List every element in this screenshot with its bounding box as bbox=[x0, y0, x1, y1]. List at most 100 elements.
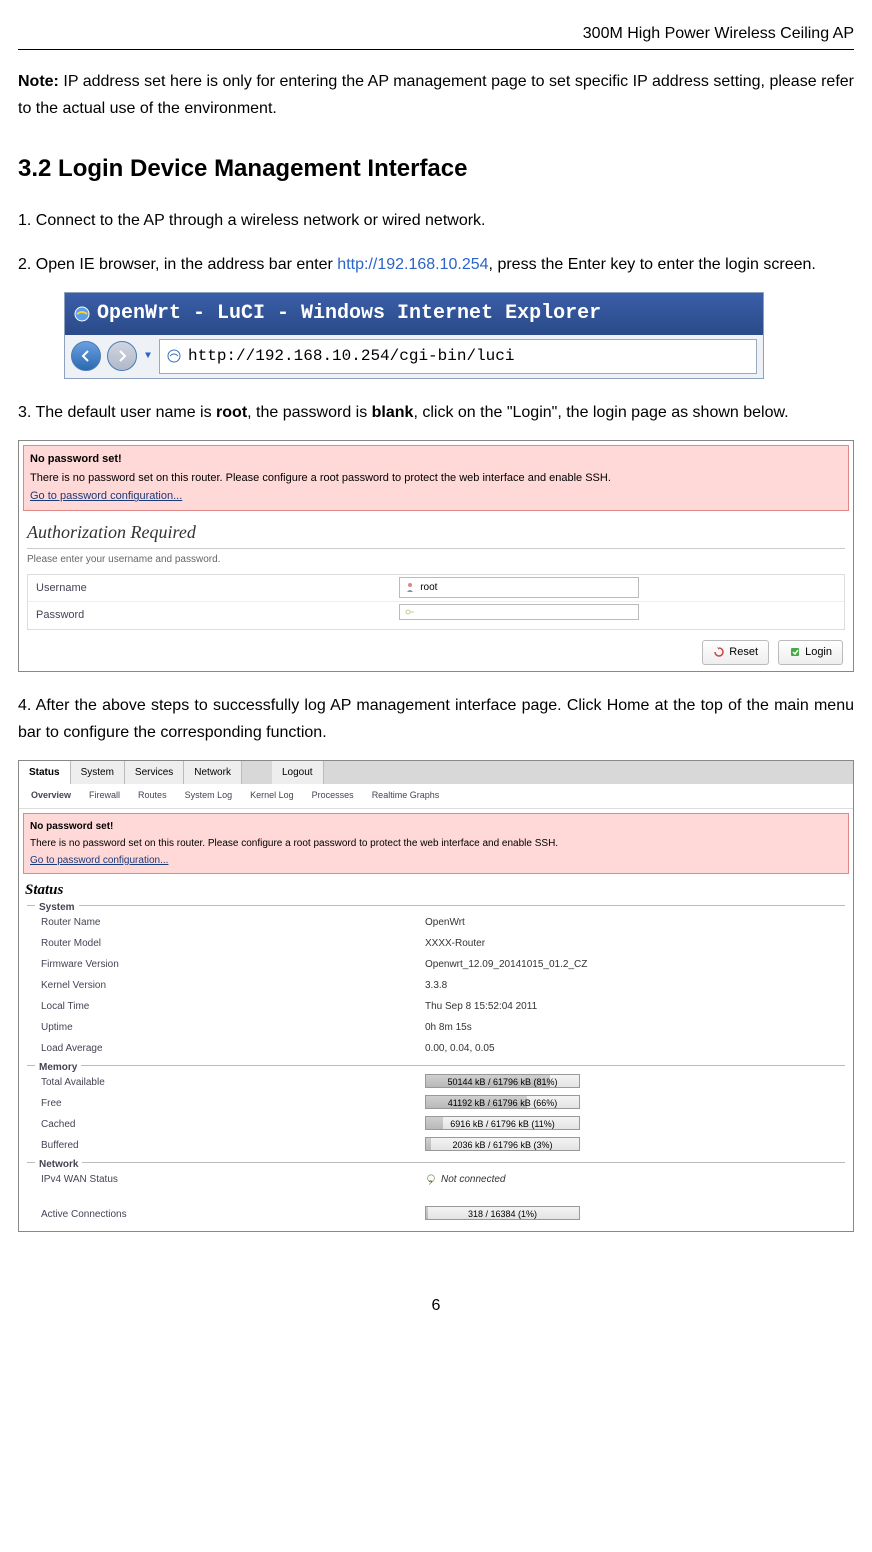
memory-fieldset: Memory Total Available50144 kB / 61796 k… bbox=[27, 1065, 845, 1156]
tab-logout[interactable]: Logout bbox=[272, 761, 324, 784]
memory-value: 41192 kB / 61796 kB (66%) bbox=[425, 1095, 580, 1112]
status-warn-title: No password set! bbox=[30, 818, 842, 835]
system-row: Kernel Version3.3.8 bbox=[27, 975, 845, 996]
ie-logo-icon bbox=[73, 305, 91, 323]
conn-value: 318 / 16384 (1%) bbox=[425, 1206, 580, 1223]
memory-label: Buffered bbox=[41, 1137, 425, 1154]
login-button[interactable]: Login bbox=[778, 640, 843, 665]
auth-subtext: Please enter your username and password. bbox=[27, 551, 845, 568]
ie-browser-figure: OpenWrt - LuCI - Windows Internet Explor… bbox=[64, 292, 764, 379]
network-legend: Network bbox=[35, 1156, 82, 1173]
login-buttons: Reset Login bbox=[19, 634, 853, 671]
status-warn-text: There is no password set on this router.… bbox=[30, 835, 842, 852]
conn-bar: 318 / 16384 (1%) bbox=[425, 1206, 580, 1220]
note-paragraph: Note: IP address set here is only for en… bbox=[18, 68, 854, 122]
login-figure: No password set! There is no password se… bbox=[18, 440, 854, 672]
password-row: Password bbox=[28, 602, 844, 629]
step-3: 3. The default user name is root, the pa… bbox=[18, 399, 854, 426]
status-figure: Status System Services Network Logout Ov… bbox=[18, 760, 854, 1232]
username-label: Username bbox=[28, 575, 395, 602]
memory-row: Total Available50144 kB / 61796 kB (81%) bbox=[27, 1072, 845, 1093]
wan-value: ? Not connected bbox=[425, 1171, 506, 1188]
step-2-url: http://192.168.10.254 bbox=[337, 256, 488, 273]
password-config-link[interactable]: Go to password configuration... bbox=[30, 490, 182, 502]
ie-title-bar: OpenWrt - LuCI - Windows Internet Explor… bbox=[65, 293, 763, 335]
section-heading: 3.2 Login Device Management Interface bbox=[18, 149, 854, 190]
note-text: IP address set here is only for entering… bbox=[18, 73, 854, 117]
system-row: Local TimeThu Sep 8 15:52:04 2011 bbox=[27, 996, 845, 1017]
system-row: Router NameOpenWrt bbox=[27, 912, 845, 933]
step-2-pre: 2. Open IE browser, in the address bar e… bbox=[18, 256, 337, 273]
memory-value: 2036 kB / 61796 kB (3%) bbox=[425, 1137, 580, 1154]
subtab-realtime[interactable]: Realtime Graphs bbox=[364, 786, 448, 805]
memory-bar: 50144 kB / 61796 kB (81%) bbox=[425, 1074, 580, 1088]
subtab-processes[interactable]: Processes bbox=[304, 786, 362, 805]
globe-question-icon: ? bbox=[425, 1174, 437, 1186]
tab-services[interactable]: Services bbox=[125, 761, 184, 784]
<status-warn-link[interactable]: Go to password configuration... bbox=[30, 855, 168, 866]
username-input[interactable]: root bbox=[399, 577, 639, 598]
svg-text:?: ? bbox=[428, 1180, 432, 1187]
login-icon bbox=[789, 646, 801, 658]
memory-row: Buffered2036 kB / 61796 kB (3%) bbox=[27, 1135, 845, 1156]
system-row: Load Average0.00, 0.04, 0.05 bbox=[27, 1038, 845, 1059]
memory-value: 50144 kB / 61796 kB (81%) bbox=[425, 1074, 580, 1091]
username-row: Username root bbox=[28, 575, 844, 603]
subtab-kernellog[interactable]: Kernel Log bbox=[242, 786, 302, 805]
password-input[interactable] bbox=[399, 604, 639, 620]
memory-label: Cached bbox=[41, 1116, 425, 1133]
user-icon bbox=[404, 581, 416, 593]
memory-label: Free bbox=[41, 1095, 425, 1112]
page-number: 6 bbox=[18, 1292, 854, 1319]
step-2-post: , press the Enter key to enter the login… bbox=[489, 256, 816, 273]
status-warning: No password set! There is no password se… bbox=[23, 813, 849, 874]
warning-text: There is no password set on this router.… bbox=[30, 469, 842, 488]
memory-bar: 6916 kB / 61796 kB (11%) bbox=[425, 1116, 580, 1130]
step-1: 1. Connect to the AP through a wireless … bbox=[18, 207, 854, 234]
back-button[interactable] bbox=[71, 341, 101, 371]
memory-row: Cached6916 kB / 61796 kB (11%) bbox=[27, 1114, 845, 1135]
tab-system[interactable]: System bbox=[71, 761, 125, 784]
no-password-warning: No password set! There is no password se… bbox=[23, 445, 849, 511]
status-heading: Status bbox=[25, 878, 847, 904]
auth-required-heading: Authorization Required bbox=[27, 517, 845, 549]
reset-label: Reset bbox=[729, 643, 758, 662]
warning-title: No password set! bbox=[30, 450, 842, 469]
conn-row: Active Connections 318 / 16384 (1%) bbox=[27, 1204, 845, 1225]
page-favicon-icon bbox=[166, 348, 182, 364]
page-header: 300M High Power Wireless Ceiling AP bbox=[18, 20, 854, 50]
doc-title: 300M High Power Wireless Ceiling AP bbox=[583, 25, 854, 42]
ie-nav-row: ▼ http://192.168.10.254/cgi-bin/luci bbox=[65, 335, 763, 378]
conn-label: Active Connections bbox=[41, 1206, 425, 1223]
address-text: http://192.168.10.254/cgi-bin/luci bbox=[188, 343, 514, 370]
system-row: Router ModelXXXX-Router bbox=[27, 933, 845, 954]
step-3-pre: 3. The default user name is bbox=[18, 404, 216, 421]
memory-bar: 2036 kB / 61796 kB (3%) bbox=[425, 1137, 580, 1151]
system-fieldset: System Router NameOpenWrt Router ModelXX… bbox=[27, 905, 845, 1059]
nav-dropdown-icon[interactable]: ▼ bbox=[143, 348, 153, 365]
tab-status[interactable]: Status bbox=[19, 761, 71, 784]
step-3-mid: , the password is bbox=[247, 404, 372, 421]
step-3-post: , click on the "Login", the login page a… bbox=[413, 404, 788, 421]
reset-button[interactable]: Reset bbox=[702, 640, 769, 665]
subtab-systemlog[interactable]: System Log bbox=[177, 786, 241, 805]
subtab-routes[interactable]: Routes bbox=[130, 786, 175, 805]
password-label: Password bbox=[28, 602, 395, 629]
memory-bar: 41192 kB / 61796 kB (66%) bbox=[425, 1095, 580, 1109]
step-3-pass: blank bbox=[372, 404, 414, 421]
memory-label: Total Available bbox=[41, 1074, 425, 1091]
wan-row: IPv4 WAN Status ? Not connected bbox=[27, 1169, 845, 1190]
reset-icon bbox=[713, 646, 725, 658]
conn-bar-text: 318 / 16384 (1%) bbox=[468, 1209, 537, 1219]
subtab-firewall[interactable]: Firewall bbox=[81, 786, 128, 805]
wan-label: IPv4 WAN Status bbox=[41, 1171, 425, 1188]
forward-button[interactable] bbox=[107, 341, 137, 371]
ie-window-title: OpenWrt - LuCI - Windows Internet Explor… bbox=[97, 297, 601, 331]
subtab-overview[interactable]: Overview bbox=[23, 786, 79, 805]
step-4: 4. After the above steps to successfully… bbox=[18, 692, 854, 746]
memory-row: Free41192 kB / 61796 kB (66%) bbox=[27, 1093, 845, 1114]
tab-network[interactable]: Network bbox=[184, 761, 242, 784]
system-row: Uptime0h 8m 15s bbox=[27, 1017, 845, 1038]
note-label: Note: bbox=[18, 73, 59, 90]
address-bar[interactable]: http://192.168.10.254/cgi-bin/luci bbox=[159, 339, 757, 374]
